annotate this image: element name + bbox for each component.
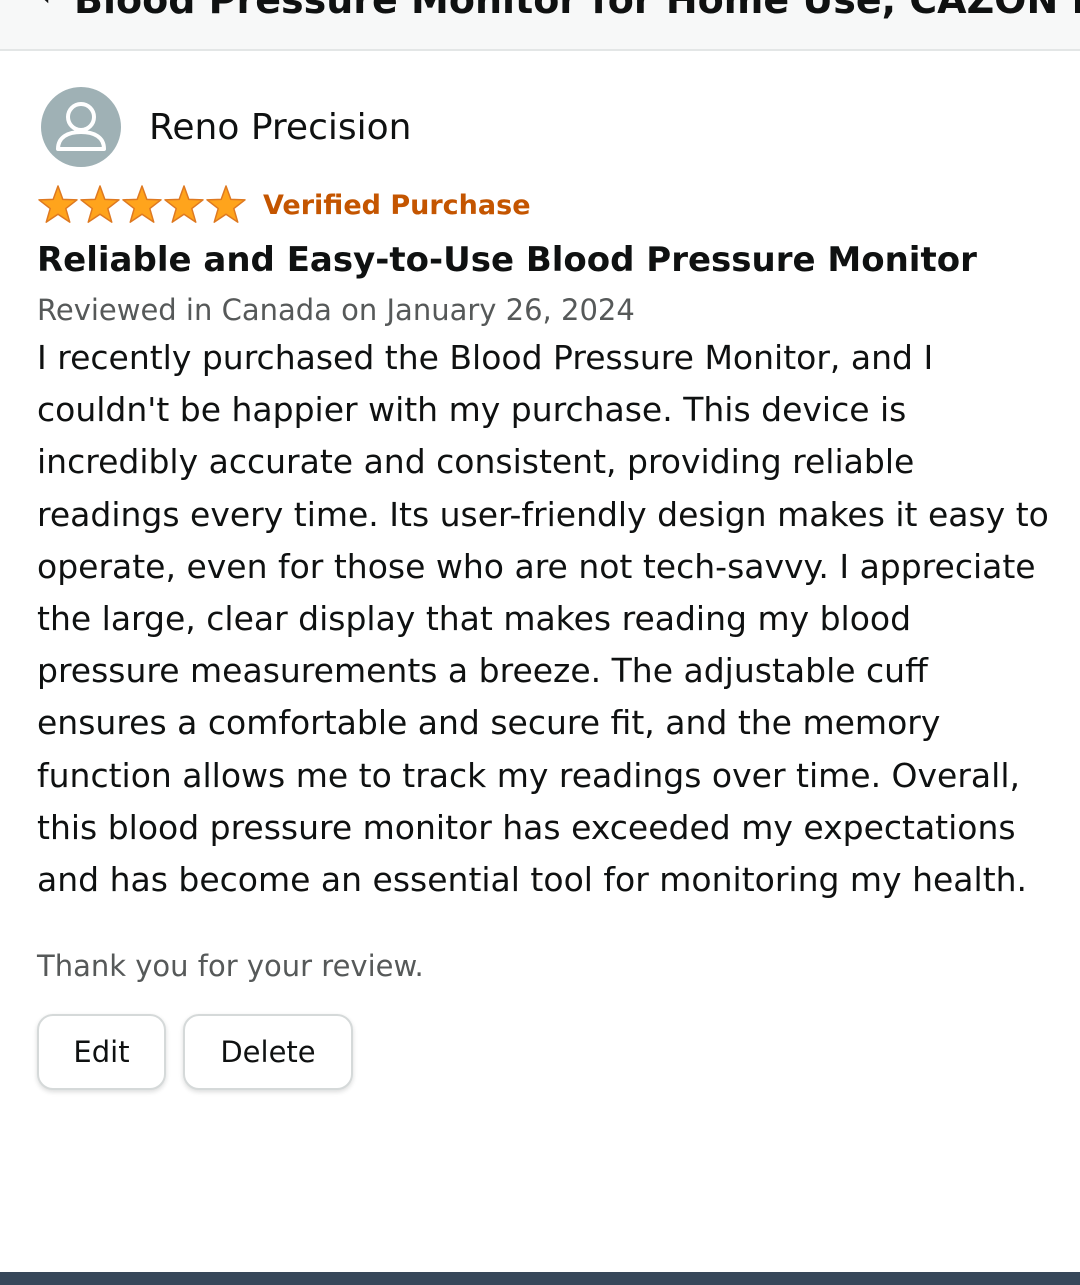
star-rating [37, 184, 247, 226]
review-title: Reliable and Easy-to-Use Blood Pressure … [37, 240, 977, 280]
reviewer-profile: Reno Precision [37, 87, 1047, 167]
reviewer-name: Reno Precision [149, 106, 412, 148]
thank-you-message: Thank you for your review. [37, 949, 424, 984]
review-body: I recently purchased the Blood Pressure … [37, 338, 1049, 900]
star-icon [164, 185, 204, 223]
chevron-left-icon[interactable]: ‹ [36, 0, 52, 16]
user-avatar-icon [41, 87, 121, 167]
product-header[interactable]: ‹ Blood Pressure Monitor for Home Use, C… [0, 0, 1080, 51]
review-actions: Edit Delete [37, 1014, 1047, 1091]
star-icon [122, 185, 162, 223]
edit-button[interactable]: Edit [37, 1014, 166, 1091]
delete-button[interactable]: Delete [183, 1014, 353, 1091]
product-title: Blood Pressure Monitor for Home Use, CAZ… [74, 0, 1080, 22]
review-card: Reno Precision Verified Purchase Reliabl… [37, 87, 1049, 1091]
review-page: ‹ Blood Pressure Monitor for Home Use, C… [0, 0, 1080, 1285]
rating-row: Verified Purchase [37, 182, 1047, 228]
star-icon [80, 185, 120, 223]
review-date: Reviewed in Canada on January 26, 2024 [37, 293, 635, 327]
bottom-navigation-bar [0, 1272, 1080, 1285]
star-icon [38, 185, 78, 223]
star-icon [206, 185, 246, 223]
verified-purchase-badge: Verified Purchase [263, 189, 531, 221]
